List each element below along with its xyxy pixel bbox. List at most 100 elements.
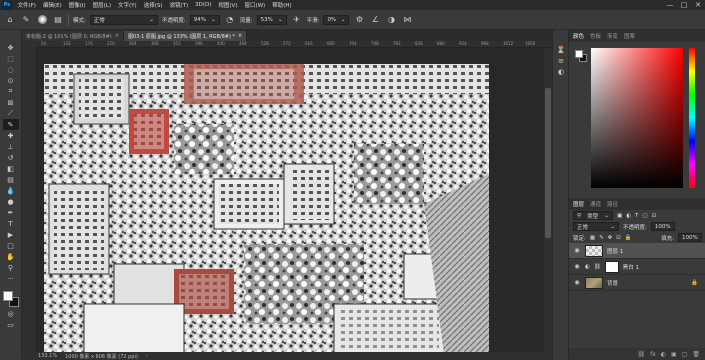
zoom-tool-icon[interactable]: ⚲ [3,262,19,273]
status-menu-arrow[interactable]: › [146,353,148,359]
canvas-area[interactable] [37,48,544,352]
gradient-tool-icon[interactable]: ▤ [3,174,19,185]
brush-tool-icon[interactable]: ✎ [20,14,32,26]
lock-all-icon[interactable]: 🔒 [625,235,632,241]
panel-foreground-color[interactable] [575,50,583,58]
more-tools-icon[interactable]: ··· [3,273,19,284]
saturation-brightness-field[interactable] [591,48,683,188]
crop-tool-icon[interactable]: ⌗ [3,86,19,97]
menu-image[interactable]: 图像(I) [65,1,89,9]
trash-icon[interactable]: 🗑 [692,351,700,358]
ruler-origin[interactable] [22,41,37,48]
properties-panel-icon[interactable]: ≡ [553,55,569,66]
menu-select[interactable]: 选择(S) [140,1,166,9]
hue-slider[interactable] [689,48,695,188]
document-image[interactable] [44,64,489,352]
blend-mode-select[interactable]: 正常 ⌄ [573,222,619,231]
new-layer-icon[interactable]: ▢ [682,351,688,358]
minimize-button[interactable]: — [663,1,677,9]
home-icon[interactable]: ⌂ [4,14,16,26]
hand-tool-icon[interactable]: ✋ [3,251,19,262]
history-panel-icon[interactable]: ⌛ [553,44,569,55]
link-layers-icon[interactable]: ⛓ [637,351,645,358]
foreground-color[interactable] [2,291,13,301]
color-swatches[interactable] [2,290,20,308]
symmetry-icon[interactable]: ⋈ [401,14,413,26]
menu-edit[interactable]: 编辑(E) [39,1,65,9]
eye-icon[interactable]: ◉ [573,279,581,286]
scrollbar-thumb[interactable] [545,88,551,238]
filter-adjustment-icon[interactable]: ◐ [626,213,631,219]
brush-settings-icon[interactable]: ▤ [52,14,64,26]
smoothing-field[interactable]: 0% ⌄ [323,14,350,25]
menu-file[interactable]: 文件(F) [14,1,39,9]
history-brush-tool-icon[interactable]: ↺ [3,152,19,163]
tab-swatches[interactable]: 色板 [590,32,601,40]
menu-3d[interactable]: 3D(D) [192,2,215,8]
screen-mode-icon[interactable]: ▭ [3,319,19,330]
lock-move-icon[interactable]: ✥ [608,235,613,241]
tab-untitled-2[interactable]: 未标题-2 @ 101% (图层 0, RGB/8#) × [22,31,124,41]
angle-icon[interactable]: ∠ [369,14,381,26]
path-select-tool-icon[interactable]: ▶ [3,229,19,240]
quick-select-tool-icon[interactable]: ⊙ [3,75,19,86]
fx-icon[interactable]: fx [650,351,656,358]
layer-row-black-white-1[interactable]: ◉ ◐ ⛓ 黑白 1 [569,259,705,275]
lock-pixels-icon[interactable]: ▦ [590,235,595,241]
tab-gradients[interactable]: 渐变 [607,32,618,40]
tab-channels[interactable]: 通道 [590,200,601,208]
layer-row-layer-1[interactable]: ◉ 图层 1 [569,243,705,259]
chain-icon[interactable]: ⛓ [594,264,601,270]
vertical-scrollbar[interactable] [544,48,552,352]
filter-shape-icon[interactable]: ▢ [642,213,647,219]
layer-row-background[interactable]: ◉ 背景 🔒 [569,275,705,291]
opacity-field[interactable]: 94% ⌄ [189,14,220,25]
zoom-level[interactable]: 133.1% [38,353,57,359]
eye-icon[interactable]: ◉ [573,263,581,270]
vertical-ruler[interactable] [22,48,37,352]
tab-original-image[interactable]: 图03-1 原图.jpg @ 133% (图层 1, RGB/8#) * × [123,31,248,41]
marquee-tool-icon[interactable]: ⬚ [3,53,19,64]
lock-paint-icon[interactable]: ✎ [599,235,604,241]
healing-brush-tool-icon[interactable]: ✚ [3,130,19,141]
lock-artboard-icon[interactable]: ⊡ [616,235,621,241]
pressure-size-icon[interactable]: ◑ [385,14,397,26]
frame-tool-icon[interactable]: ⊠ [3,97,19,108]
layer-kind-select[interactable]: ⚲ 类型 ⌄ [573,211,613,220]
eyedropper-tool-icon[interactable]: ⟋ [3,108,19,119]
clone-stamp-tool-icon[interactable]: ⊥ [3,141,19,152]
rectangle-tool-icon[interactable]: □ [3,240,19,251]
filter-type-icon[interactable]: T [635,213,638,219]
menu-filter[interactable]: 滤镜(T) [166,1,192,9]
airbrush-icon[interactable]: ✈ [291,14,303,26]
close-button[interactable]: ✕ [691,1,705,9]
gear-icon[interactable]: ⚙ [353,14,365,26]
close-icon[interactable]: × [238,33,242,39]
dodge-tool-icon[interactable]: ● [3,196,19,207]
move-tool-icon[interactable]: ✥ [3,42,19,53]
adjustments-panel-icon[interactable]: ◐ [553,66,569,77]
menu-type[interactable]: 文字(Y) [115,1,141,9]
filter-pixel-icon[interactable]: ▣ [617,213,622,219]
tab-color[interactable]: 颜色 [573,32,584,40]
pen-tool-icon[interactable]: ✒ [3,207,19,218]
lasso-tool-icon[interactable]: ◌ [3,64,19,75]
eraser-tool-icon[interactable]: ◧ [3,163,19,174]
menu-view[interactable]: 视图(V) [215,1,241,9]
layer-fill-field[interactable]: 100% [678,233,702,242]
menu-help[interactable]: 帮助(H) [269,1,295,9]
type-tool-icon[interactable]: T [3,218,19,229]
tab-patterns[interactable]: 图案 [624,32,635,40]
mode-select[interactable]: 正常 ⌄ [89,14,158,25]
add-mask-icon[interactable]: ◐ [661,351,666,358]
flow-field[interactable]: 53% ⌄ [256,14,287,25]
pressure-opacity-icon[interactable]: ◔ [224,14,236,26]
tab-paths[interactable]: 路径 [607,200,618,208]
maximize-button[interactable]: □ [677,1,691,9]
quick-mask-icon[interactable]: ◎ [3,308,19,319]
filter-smart-icon[interactable]: ⊡ [652,213,657,219]
layer-opacity-field[interactable]: 100% [650,222,675,231]
eye-icon[interactable]: ◉ [573,247,581,254]
tab-layers[interactable]: 图层 [573,200,584,208]
menu-layer[interactable]: 图层(L) [89,1,114,9]
